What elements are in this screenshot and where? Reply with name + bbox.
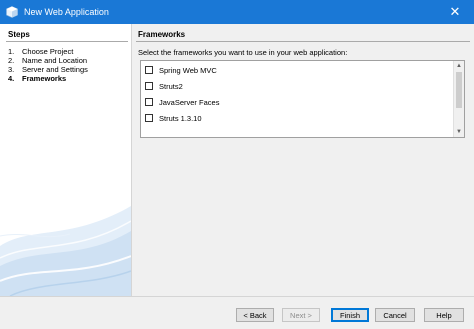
button-bar: < Back Next > Finish Cancel Help <box>0 296 474 329</box>
title-bar: New Web Application ✕ <box>0 0 474 24</box>
framework-checkbox[interactable] <box>145 66 153 74</box>
framework-label: Struts 1.3.10 <box>159 113 202 123</box>
step-number: 4. <box>8 74 15 83</box>
framework-label: JavaServer Faces <box>159 97 220 107</box>
step-item: 2. Name and Location <box>8 56 88 65</box>
netbeans-watermark-graphic <box>0 206 131 296</box>
vertical-scrollbar[interactable]: ▲ ▼ <box>453 61 464 137</box>
framework-item[interactable]: Struts 1.3.10 <box>145 112 202 124</box>
frameworks-divider <box>136 41 470 42</box>
cancel-button[interactable]: Cancel <box>375 308 415 322</box>
back-button[interactable]: < Back <box>236 308 274 322</box>
step-number: 3. <box>8 65 15 74</box>
frameworks-description: Select the frameworks you want to use in… <box>138 48 348 57</box>
help-button[interactable]: Help <box>424 308 464 322</box>
wizard-body: Steps 1. Choose Project 2. Name and Loca… <box>0 24 474 296</box>
steps-list: 1. Choose Project 2. Name and Location 3… <box>8 47 88 83</box>
framework-item[interactable]: Struts2 <box>145 80 183 92</box>
framework-checkbox[interactable] <box>145 98 153 106</box>
frameworks-heading: Frameworks <box>138 30 186 39</box>
scroll-up-icon[interactable]: ▲ <box>454 61 464 71</box>
step-label: Name and Location <box>22 56 88 65</box>
netbeans-cube-icon <box>6 6 18 18</box>
step-item: 3. Server and Settings <box>8 65 88 74</box>
step-label: Frameworks <box>22 74 67 83</box>
frameworks-list[interactable]: Spring Web MVC Struts2 JavaServer Faces … <box>140 60 465 138</box>
new-web-application-window: New Web Application ✕ Steps 1. Choose Pr… <box>0 0 474 329</box>
finish-button[interactable]: Finish <box>331 308 369 322</box>
next-button[interactable]: Next > <box>282 308 320 322</box>
framework-checkbox[interactable] <box>145 82 153 90</box>
window-title: New Web Application <box>24 7 109 17</box>
framework-label: Spring Web MVC <box>159 65 217 75</box>
framework-item[interactable]: Spring Web MVC <box>145 64 217 76</box>
step-item-current: 4. Frameworks <box>8 74 88 83</box>
frameworks-panel: Frameworks Select the frameworks you wan… <box>132 24 474 296</box>
step-number: 1. <box>8 47 15 56</box>
framework-checkbox[interactable] <box>145 114 153 122</box>
scroll-down-icon[interactable]: ▼ <box>454 127 464 137</box>
steps-divider <box>6 41 128 42</box>
step-label: Server and Settings <box>22 65 88 74</box>
scrollbar-thumb[interactable] <box>456 72 462 108</box>
close-icon[interactable]: ✕ <box>436 0 474 24</box>
step-item: 1. Choose Project <box>8 47 88 56</box>
framework-label: Struts2 <box>159 81 183 91</box>
step-number: 2. <box>8 56 15 65</box>
steps-heading: Steps <box>8 30 30 39</box>
steps-panel: Steps 1. Choose Project 2. Name and Loca… <box>0 24 131 296</box>
framework-item[interactable]: JavaServer Faces <box>145 96 219 108</box>
step-label: Choose Project <box>22 47 74 56</box>
